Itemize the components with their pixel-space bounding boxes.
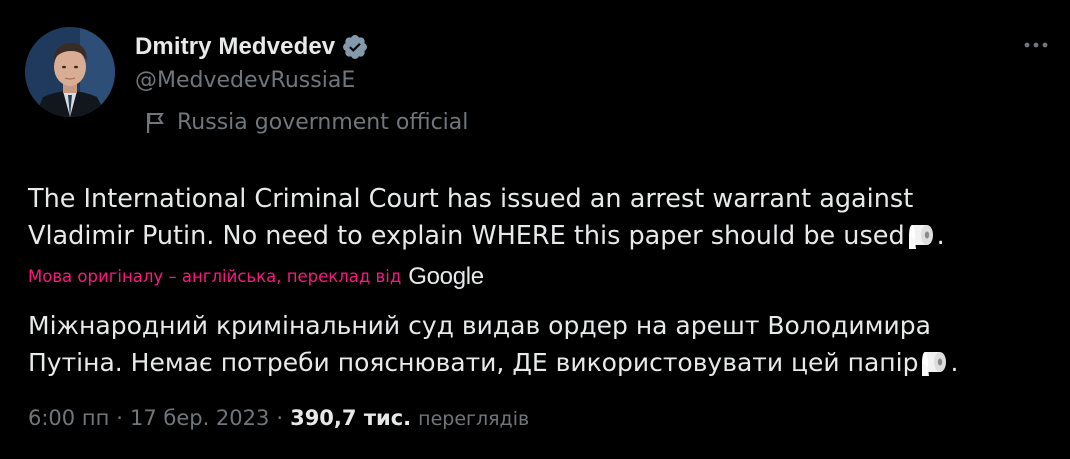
tweet-time[interactable]: 6:00 пп xyxy=(28,406,109,430)
tweet-text: The International Criminal Court has iss… xyxy=(28,181,1058,255)
tweet-meta-row: 6:00 пп · 17 бер. 2023 · 390,7 тис. пере… xyxy=(28,406,529,430)
views-label: переглядів xyxy=(418,408,530,430)
tweet-text-line-1: The International Criminal Court has iss… xyxy=(28,184,914,214)
avatar-portrait xyxy=(25,27,115,117)
translated-text-line-1: Міжнародний кримінальний суд видав ордер… xyxy=(28,311,931,340)
government-flag-icon xyxy=(145,112,165,134)
google-logo: Google xyxy=(408,263,484,290)
verified-badge-icon[interactable] xyxy=(341,33,369,61)
views-count[interactable]: 390,7 тис. xyxy=(290,406,411,430)
toilet-paper-icon xyxy=(920,346,950,378)
translation-note[interactable]: Мова оригіналу – англійська, переклад ві… xyxy=(28,261,484,291)
author-avatar[interactable] xyxy=(25,27,115,117)
author-handle[interactable]: @MedvedevRussiaE xyxy=(135,68,355,93)
translated-text: Міжнародний кримінальний суд видав ордер… xyxy=(28,307,1058,381)
tweet-text-line-2: Vladimir Putin. No need to explain WHERE… xyxy=(28,221,905,251)
meta-separator: · xyxy=(276,406,284,430)
affiliation-label: Russia government official xyxy=(177,110,469,135)
author-display-name[interactable]: Dmitry Medvedev xyxy=(135,33,335,61)
toilet-paper-icon xyxy=(907,219,937,251)
translated-text-end: . xyxy=(950,348,959,377)
author-name-row: Dmitry Medvedev xyxy=(135,30,369,64)
tweet-text-end: . xyxy=(936,221,945,251)
more-options-icon[interactable] xyxy=(1020,35,1052,55)
translated-text-line-2: Путіна. Немає потреби пояснювати, ДЕ вик… xyxy=(28,348,919,377)
tweet-card: Dmitry Medvedev @MedvedevRussiaE Russia … xyxy=(0,0,1070,459)
meta-separator: · xyxy=(116,406,123,430)
affiliation-label-row[interactable]: Russia government official xyxy=(145,110,468,135)
translation-note-text: Мова оригіналу – англійська, переклад ві… xyxy=(28,266,402,286)
tweet-date[interactable]: 17 бер. 2023 xyxy=(130,406,269,430)
